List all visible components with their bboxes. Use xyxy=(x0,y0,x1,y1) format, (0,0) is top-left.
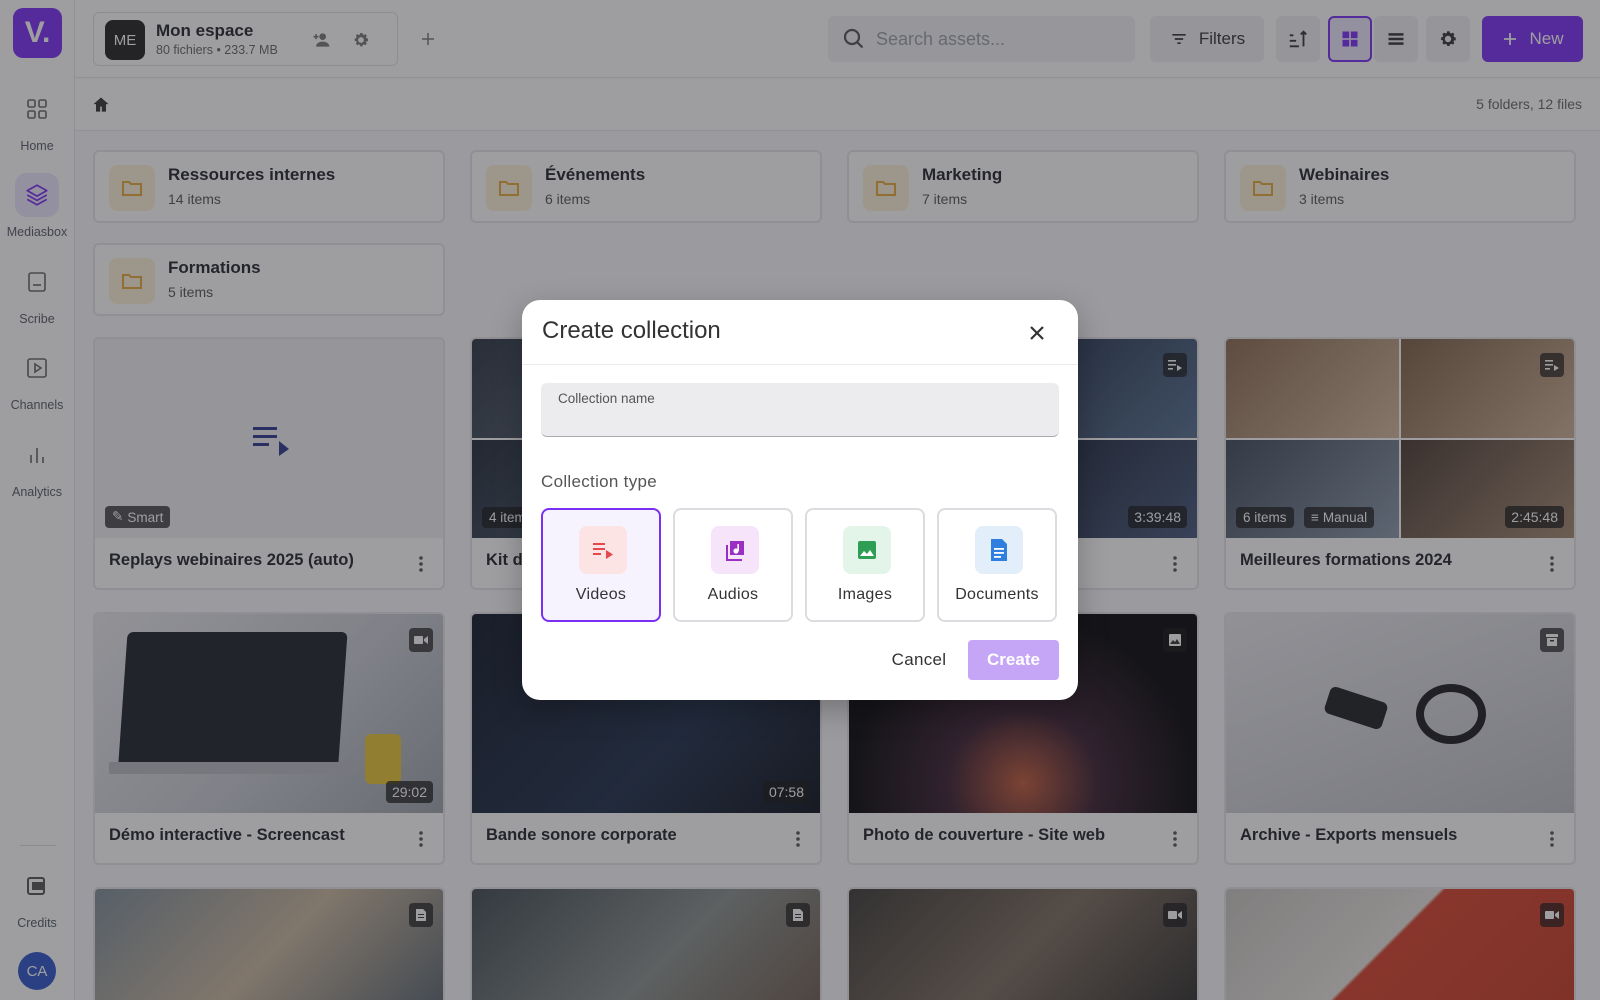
image-gallery-icon xyxy=(843,526,891,574)
music-library-icon xyxy=(711,526,759,574)
collection-name-label: Collection name xyxy=(558,391,655,406)
collection-name-field[interactable]: Collection name xyxy=(541,383,1059,437)
type-option-audios[interactable]: Audios xyxy=(673,508,793,622)
create-button[interactable]: Create xyxy=(968,640,1059,680)
video-playlist-icon xyxy=(579,526,627,574)
cancel-button[interactable]: Cancel xyxy=(870,640,968,680)
collection-name-input[interactable] xyxy=(558,410,1048,427)
type-option-images[interactable]: Images xyxy=(805,508,925,622)
close-icon[interactable] xyxy=(1022,318,1052,348)
collection-type-label: Collection type xyxy=(541,472,658,491)
type-option-label: Images xyxy=(837,586,893,603)
dialog-divider xyxy=(522,364,1078,365)
create-collection-dialog: Create collection Collection name Collec… xyxy=(522,300,1078,700)
type-option-videos[interactable]: Videos xyxy=(541,508,661,622)
type-option-documents[interactable]: Documents xyxy=(937,508,1057,622)
type-option-label: Videos xyxy=(575,586,627,603)
document-icon xyxy=(975,526,1023,574)
dialog-title: Create collection xyxy=(542,317,721,344)
type-option-label: Documents xyxy=(955,586,1039,603)
type-option-label: Audios xyxy=(707,586,759,603)
